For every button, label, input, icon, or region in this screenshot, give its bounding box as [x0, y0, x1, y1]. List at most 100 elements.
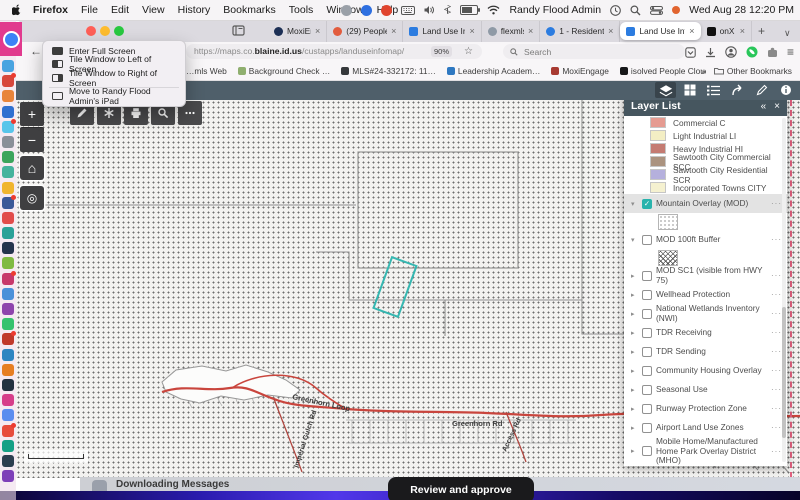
dock-app-icon[interactable]	[2, 257, 14, 269]
home-extent-button[interactable]: ⌂	[20, 156, 44, 180]
layer-row-airport-land-use-zones[interactable]: ▸Airport Land Use Zones···	[624, 418, 787, 437]
menu-file[interactable]: File	[81, 4, 98, 16]
dock-app-icon[interactable]	[2, 303, 14, 315]
new-tab-button[interactable]: +	[758, 23, 765, 39]
bookmark-mls-web[interactable]: …mls Web	[186, 66, 227, 76]
layer-checkbox[interactable]	[642, 366, 652, 376]
layer-row-seasonal-use[interactable]: ▸Seasonal Use···	[624, 380, 787, 399]
extension-icon[interactable]	[767, 47, 778, 58]
zoom-out-button[interactable]: −	[20, 127, 44, 152]
menu-item-move-to-randy-flood-admin-s-ipad[interactable]: Move to Randy Flood Admin's iPad	[43, 90, 185, 104]
tab-close-button[interactable]: ×	[469, 26, 474, 36]
dock-app-icon[interactable]	[2, 425, 14, 437]
dock-app-icon[interactable]	[2, 333, 14, 345]
layer-row-mod-100ft-buffer[interactable]: ▾MOD 100ft Buffer···	[624, 230, 787, 249]
layer-options-icon[interactable]: ···	[771, 309, 782, 318]
url-bar[interactable]: https://maps.co.blaine.id.us/custapps/la…	[186, 44, 482, 59]
fullscreen-window-button[interactable]	[114, 26, 124, 36]
locate-button[interactable]: ◎	[20, 186, 44, 210]
dock-highlight-tile[interactable]	[0, 22, 22, 56]
menu-view[interactable]: View	[142, 4, 165, 16]
menu-bar-clock[interactable]: Wed Aug 28 12:20 PM	[689, 4, 794, 16]
menu-bookmarks[interactable]: Bookmarks	[223, 4, 276, 16]
expand-arrow-icon[interactable]: ▾	[631, 200, 638, 208]
expand-arrow-icon[interactable]: ▸	[631, 310, 638, 318]
downloads-icon[interactable]	[705, 47, 716, 58]
dock-app-icon[interactable]	[2, 166, 14, 178]
layer-checkbox[interactable]	[642, 347, 652, 357]
page-zoom-indicator[interactable]: 90%	[431, 46, 452, 57]
expand-arrow-icon[interactable]: ▸	[631, 386, 638, 394]
zoom-in-button[interactable]: +	[20, 102, 44, 126]
layer-row-mountain-overlay-mod[interactable]: ▾✓Mountain Overlay (MOD)···	[624, 194, 787, 213]
dock-app-icon[interactable]	[2, 75, 14, 87]
bookmark-moxiengage[interactable]: MoxiEngage	[551, 66, 609, 76]
panel-scrollbar[interactable]	[782, 118, 786, 462]
layer-options-icon[interactable]: ···	[771, 199, 782, 208]
search-input[interactable]	[522, 46, 666, 58]
bookmark-leadership-academ[interactable]: Leadership Academ…	[447, 66, 540, 76]
tab-close-button[interactable]: ×	[608, 26, 613, 36]
list-all-tabs-button[interactable]: ∨	[784, 25, 791, 41]
tab-flexmls-web[interactable]: flexmls Web×	[482, 20, 541, 42]
info-button[interactable]	[775, 82, 796, 98]
expand-arrow-icon[interactable]: ▸	[631, 348, 638, 356]
layer-row-runway-protection-zone[interactable]: ▸Runway Protection Zone···	[624, 399, 787, 418]
dock-app-icon[interactable]	[2, 242, 14, 254]
pocket-icon[interactable]	[685, 47, 696, 58]
bookmarks-overflow-icon[interactable]: »	[701, 66, 706, 76]
tab-close-button[interactable]: ×	[391, 26, 396, 36]
expand-arrow-icon[interactable]: ▸	[631, 272, 638, 280]
dock-app-icon[interactable]	[2, 106, 14, 118]
bluetooth-icon[interactable]	[444, 5, 451, 16]
close-window-button[interactable]	[86, 26, 96, 36]
expand-arrow-icon[interactable]: ▸	[631, 291, 638, 299]
tab-land-use-informa[interactable]: Land Use Informa…×	[403, 20, 481, 42]
dock-app-icon[interactable]	[2, 182, 14, 194]
layers-tool-button[interactable]	[655, 82, 676, 98]
menu-history[interactable]: History	[178, 4, 211, 16]
layer-options-icon[interactable]: ···	[771, 347, 782, 356]
tab-close-button[interactable]: ×	[740, 26, 745, 36]
hamburger-menu-icon[interactable]: ≡	[787, 45, 794, 59]
tab-moxiengage[interactable]: MoxiEngage×	[268, 20, 327, 42]
layer-options-icon[interactable]: ···	[771, 290, 782, 299]
expand-arrow-icon[interactable]: ▾	[631, 236, 638, 244]
expand-arrow-icon[interactable]: ▸	[631, 447, 638, 455]
panel-close-icon[interactable]: ×	[774, 101, 780, 112]
layer-checkbox[interactable]	[642, 235, 652, 245]
other-bookmarks-folder[interactable]: Other Bookmarks	[714, 66, 792, 76]
layer-options-icon[interactable]: ···	[771, 366, 782, 375]
dock-app-icon[interactable]	[2, 288, 14, 300]
directions-button[interactable]	[727, 82, 748, 98]
logged-in-user[interactable]: Randy Flood Admin	[509, 4, 601, 16]
layer-row-tdr-receiving[interactable]: ▸TDR Receiving···	[624, 323, 787, 342]
tab-1-residential-fle[interactable]: 1 - Residential | fle…×	[540, 20, 620, 42]
layer-checkbox[interactable]	[642, 446, 652, 456]
layer-options-icon[interactable]: ···	[771, 404, 782, 413]
library-icon[interactable]	[232, 24, 245, 37]
volume-icon[interactable]	[424, 5, 435, 15]
search-bar[interactable]	[503, 44, 685, 59]
layer-checkbox[interactable]	[642, 290, 652, 300]
dock-app-icon[interactable]	[2, 273, 14, 285]
bookmark-background-check[interactable]: Background Check …	[238, 66, 330, 76]
expand-arrow-icon[interactable]: ▸	[631, 329, 638, 337]
dock-app-icon[interactable]	[2, 455, 14, 467]
expand-arrow-icon[interactable]: ▸	[631, 405, 638, 413]
basemap-gallery-button[interactable]	[679, 82, 700, 98]
dock-app-icon[interactable]	[2, 197, 14, 209]
back-button[interactable]: ←	[30, 44, 42, 58]
tab-29-people-cloze[interactable]: (29) People | Cloze×	[327, 20, 403, 42]
layer-row-wellhead-protection[interactable]: ▸Wellhead Protection···	[624, 285, 787, 304]
legend-button[interactable]	[703, 82, 724, 98]
tab-close-button[interactable]: ×	[689, 26, 694, 36]
apple-menu-icon[interactable]	[12, 4, 23, 17]
layer-checkbox[interactable]	[642, 309, 652, 319]
account-icon[interactable]	[725, 46, 737, 58]
tab-onx-hunt[interactable]: onX Hunt×	[701, 20, 752, 42]
bookmark-star-icon[interactable]: ☆	[464, 44, 473, 59]
bookmark-mls-24-332172-11[interactable]: MLS#24-332172: 11…	[341, 66, 436, 76]
expand-arrow-icon[interactable]: ▸	[631, 424, 638, 432]
keyboard-icon[interactable]	[401, 6, 415, 15]
